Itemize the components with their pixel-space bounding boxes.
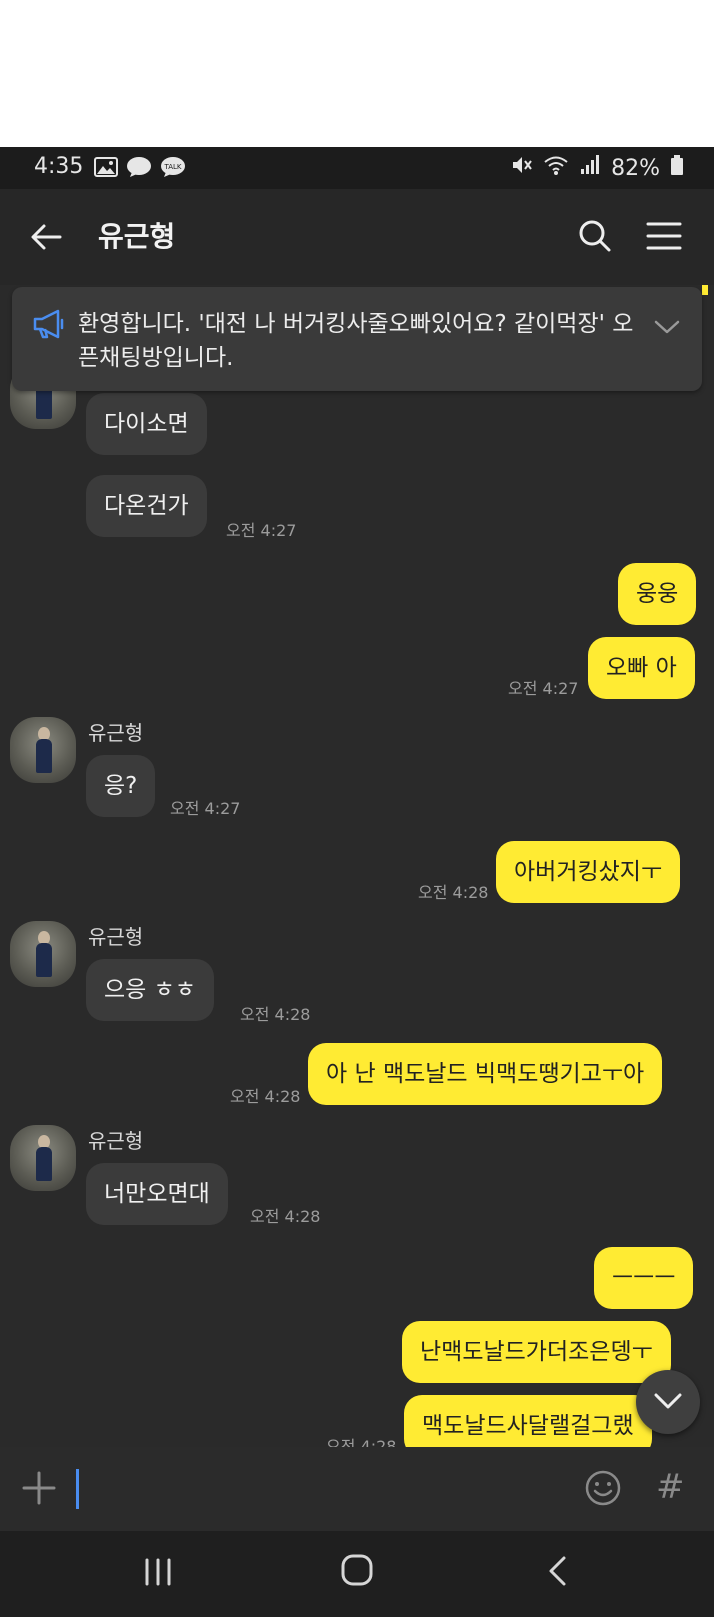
message-time: 오전 4:27	[226, 521, 297, 540]
battery-icon	[670, 154, 684, 182]
search-icon[interactable]	[578, 219, 612, 257]
message-bubble[interactable]: 난맥도날드가더조은뎅ㅜ	[402, 1321, 671, 1383]
sender-name: 유근형	[88, 721, 144, 745]
wifi-icon	[543, 154, 569, 182]
chat-header: 유근형	[0, 189, 714, 285]
message-bubble[interactable]: 맥도날드사달랠걸그랬	[404, 1395, 652, 1447]
status-time: 4:35	[34, 154, 84, 179]
message-bubble[interactable]: 다온건가	[86, 475, 207, 537]
message-time: 오전 4:27	[170, 799, 241, 818]
sender-name: 유근형	[88, 925, 144, 949]
message-time: 오전 4:27	[508, 679, 579, 698]
system-nav-bar	[0, 1531, 714, 1617]
mute-icon	[511, 154, 533, 182]
chevron-down-icon[interactable]	[654, 319, 680, 339]
hashtag-button[interactable]: #	[656, 1467, 685, 1507]
svg-text:TALK: TALK	[163, 163, 181, 171]
message-bubble[interactable]: 오빠 아	[588, 637, 695, 699]
message-bubble[interactable]: 으응 ㅎㅎ	[86, 959, 214, 1021]
message-time: 오전 4:28	[250, 1207, 321, 1226]
home-icon[interactable]	[340, 1553, 374, 1591]
chat-message-list[interactable]: 다이소면 다온건가 오전 4:27 웅웅 오빠 아 오전 4:27 유근형 응?…	[0, 285, 714, 1447]
sender-name: 유근형	[88, 1129, 144, 1153]
talk-icon: TALK	[160, 156, 186, 182]
message-time: 오전 4:28	[326, 1437, 397, 1447]
recents-icon[interactable]	[143, 1557, 173, 1591]
message-bubble[interactable]: 아버거킹샀지ㅜ	[496, 841, 681, 903]
message-time: 오전 4:28	[418, 883, 489, 902]
avatar[interactable]	[10, 921, 76, 987]
scroll-to-bottom-button[interactable]	[636, 1370, 700, 1434]
status-bar: 4:35 TALK 82%	[0, 147, 714, 189]
message-bubble[interactable]: 다이소면	[86, 393, 207, 455]
emoji-icon[interactable]	[584, 1469, 622, 1511]
notice-text: 환영합니다. '대전 나 버거킹사줄오빠있어요? 같이먹장' 오픈채팅방입니다.	[78, 311, 634, 371]
unread-marker	[702, 285, 708, 295]
menu-icon[interactable]	[646, 221, 682, 255]
signal-icon	[579, 154, 601, 182]
message-bubble[interactable]: 아 난 맥도날드 빅맥도땡기고ㅜ아	[308, 1043, 663, 1105]
message-bubble[interactable]: 너만오면대	[86, 1163, 228, 1225]
notice-banner[interactable]: 환영합니다. '대전 나 버거킹사줄오빠있어요? 같이먹장' 오픈채팅방입니다.	[12, 287, 702, 391]
avatar[interactable]	[10, 717, 76, 783]
message-input[interactable]	[76, 1469, 79, 1509]
image-icon	[94, 157, 118, 181]
message-time: 오전 4:28	[230, 1087, 301, 1106]
message-bubble[interactable]: 응?	[86, 755, 156, 817]
message-time: 오전 4:28	[240, 1005, 311, 1024]
megaphone-icon	[32, 309, 66, 343]
back-arrow-icon[interactable]	[30, 221, 62, 257]
plus-icon[interactable]	[22, 1471, 56, 1509]
chat-title: 유근형	[98, 220, 176, 253]
avatar[interactable]	[10, 1125, 76, 1191]
battery-percent: 82%	[611, 155, 660, 181]
top-blank-area	[0, 0, 714, 147]
nav-back-icon[interactable]	[546, 1555, 568, 1591]
chat-bubble-icon	[126, 156, 152, 182]
chevron-down-icon	[654, 1393, 682, 1409]
message-bubble[interactable]: 웅웅	[618, 563, 697, 625]
message-bubble[interactable]: ㅡㅡㅡ	[594, 1247, 694, 1309]
message-input-bar: #	[0, 1447, 714, 1531]
